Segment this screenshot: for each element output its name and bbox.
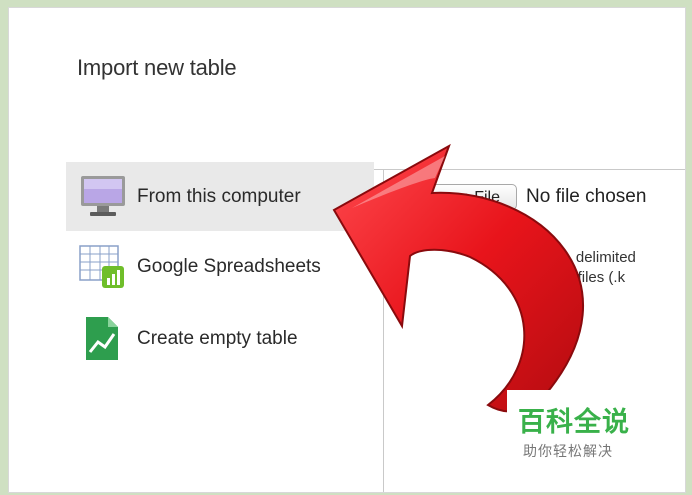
watermark-title: 百科全说: [518, 407, 630, 437]
watermark-subtitle: 助你轻松解决: [523, 443, 613, 459]
